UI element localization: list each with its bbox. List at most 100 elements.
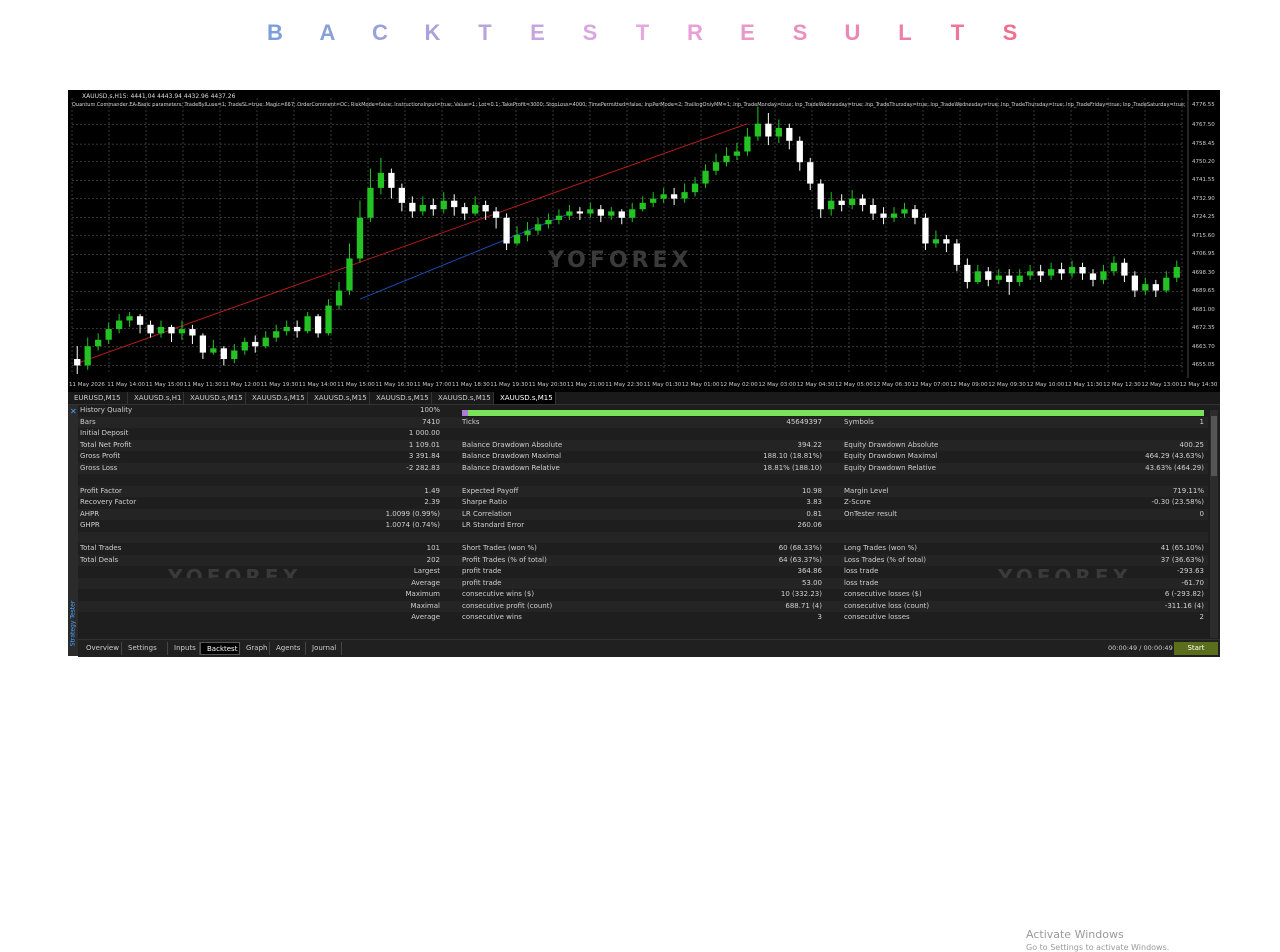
time-axis-label: 11 May 22:30 [605,382,643,388]
symbol-tab[interactable]: XAUUSD.s,M15 [246,392,308,404]
candle-body [1163,277,1170,291]
time-axis-label: 11 May 2026 [69,382,105,388]
result-row: Average consecutive wins 3 consecutive loss… [78,612,1208,624]
candle [1142,277,1149,295]
symbol-tab[interactable]: XAUUSD.s,M15 [494,392,556,404]
candle-body [335,290,343,306]
close-icon[interactable]: ✕ [70,407,77,416]
time-axis-label: 11 May 01:30 [643,382,682,388]
candle [178,320,186,340]
result-label: Equity Drawdown Absolute [844,440,939,449]
candle [597,204,604,223]
candle-body [126,316,133,321]
result-value: 1 [1199,417,1204,426]
candle-body [534,224,542,231]
candle [1173,260,1180,282]
result-value: 43.63% (464.29) [1145,463,1204,472]
result-label: Symbols [844,417,874,426]
candle-body [231,350,238,360]
symbol-tab[interactable]: EURUSD,M15 [68,392,128,404]
result-row: Total Deals 202 Profit Trades (% of total)… [78,554,1208,566]
tester-tab-settings[interactable]: Settings [122,642,168,655]
price-axis-label: 4672.35 [1192,325,1215,332]
result-row: Bars 7410 Ticks 45649397 Symbols 1 [78,416,1208,428]
title-letter: E [740,20,755,45]
result-label: Balance Drawdown Absolute [462,440,563,449]
title-letter: T [635,20,650,45]
result-row: Gross Profit 3 391.84 Balance Drawdown Max… [78,451,1208,463]
tester-tab-agents[interactable]: Agents [270,642,306,655]
results-scrollbar[interactable] [1210,410,1218,638]
candle-body [105,329,112,340]
title-letter: U [844,20,861,45]
candle [943,234,950,253]
price-chart[interactable]: YOFOREX XAUUSD.s,H15: 4441.04 4443.94 44… [68,90,1220,392]
candle [932,230,940,248]
symbol-tab[interactable]: XAUUSD.s,M15 [184,392,246,404]
result-label: Profit Trades (% of total) [462,555,547,564]
candle [786,123,793,150]
candle-body [136,316,144,325]
result-value: 719.11% [1172,486,1204,495]
candle [723,147,730,167]
symbol-tab[interactable]: XAUUSD.s,M15 [432,392,494,404]
candle-body [1089,273,1097,280]
result-row [78,531,1208,543]
result-value: 0.81 [806,509,822,518]
candle [587,202,594,218]
result-label: Initial Deposit [80,429,129,437]
time-axis-label: 12 May 12:30 [1103,382,1141,388]
candle [1016,269,1023,287]
candle-body [74,359,81,366]
candle [335,282,343,310]
result-value: 2 [1199,613,1204,621]
candle-body [786,127,793,141]
result-label: consecutive losses [844,613,910,621]
result-row: Largest profit trade 364.86 loss trade -293.… [78,566,1208,578]
result-row: AHPR 1.0099 (0.99%) LR Correlation 0.81 OnTe… [78,508,1208,520]
tester-tab-overview[interactable]: Overview [80,642,122,655]
candle-body [398,187,405,203]
tester-tab-graph[interactable]: Graph [240,642,270,655]
start-button[interactable]: Start [1174,642,1218,655]
tester-tab-backtest[interactable]: Backtest [200,642,240,655]
result-label: Z-Score [844,498,871,506]
result-label: Short Trades (won %) [462,544,537,552]
time-axis-label: 12 May 07:00 [911,382,950,388]
tester-tab-inputs[interactable]: Inputs [168,642,200,655]
time-axis-label: 11 May 20:30 [528,382,567,388]
candle [524,222,531,242]
candle [472,196,479,216]
symbol-tab[interactable]: XAUUSD.s,M15 [308,392,370,404]
tester-tab-journal[interactable]: Journal [306,642,342,655]
candle-body [210,348,217,353]
candle [377,157,385,195]
result-row: Average profit trade 53.00 loss trade -61.70 [78,577,1208,589]
symbol-tab[interactable]: XAUUSD.s,M15 [370,392,432,404]
result-label: consecutive profit (count) [462,601,553,610]
result-label: Balance Drawdown Maximal [462,452,562,460]
candle-body [189,329,196,336]
candle [157,320,165,338]
candle-body [765,123,772,137]
candle-body [597,209,604,216]
result-value: 688.71 (4) [785,601,822,610]
time-axis-label: 11 May 21:00 [566,382,605,388]
price-axis-label: 4655.05 [1192,362,1215,369]
candle-body [388,172,395,188]
scrollbar-thumb[interactable] [1211,416,1217,476]
candle-body [252,341,259,347]
tester-bottom-bar: Overview Settings Inputs Backtest Graph Agent… [78,639,1220,657]
result-value: -0.30 (23.58%) [1151,498,1205,506]
candle [398,183,405,212]
result-row: GHPR 1.0074 (0.74%) LR Standard Error 260.0… [78,520,1208,532]
result-value: 202 [426,555,440,564]
result-value: 1 109.01 [408,440,440,449]
candle-body [241,341,248,351]
candle [294,320,301,338]
candle [1047,262,1055,280]
candle-body [1100,271,1107,280]
symbol-tab[interactable]: XAUUSD.s,H1 [128,392,184,404]
candle-body [409,202,416,212]
result-label: Sharpe Ratio [462,498,507,506]
